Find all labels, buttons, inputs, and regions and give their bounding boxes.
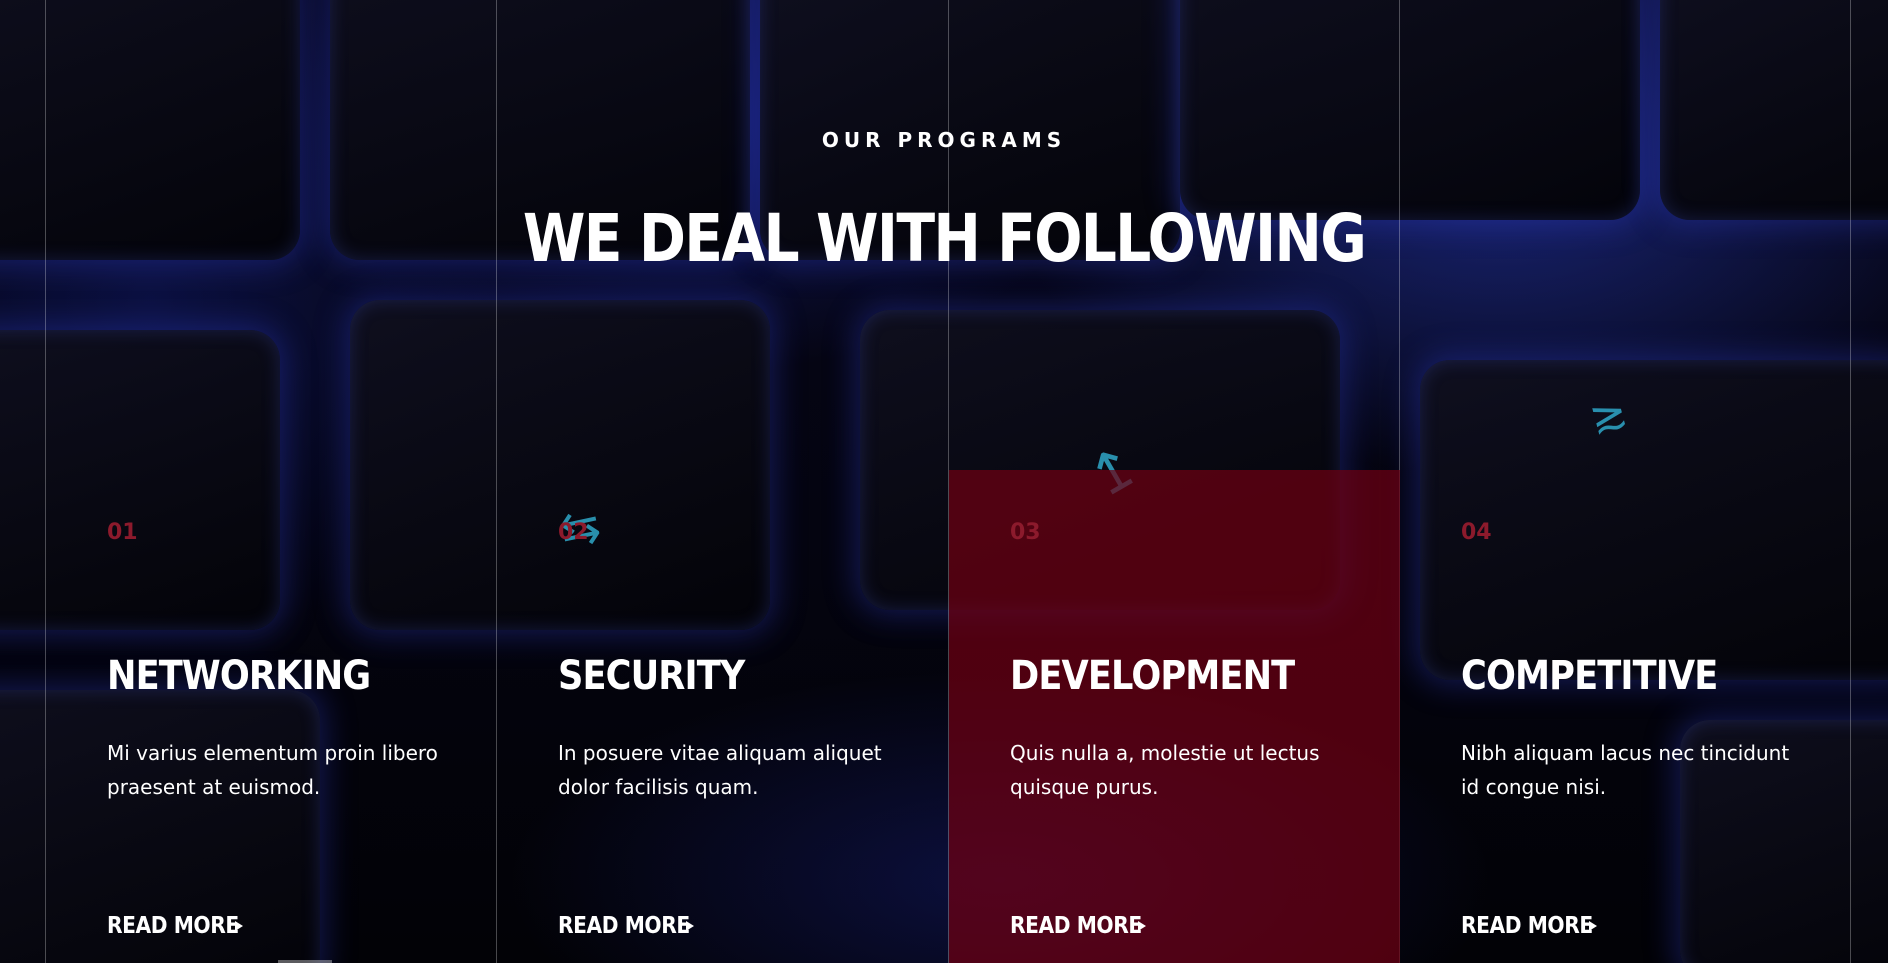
program-card-development[interactable]: 03 DEVELOPMENT Quis nulla a, molestie ut… — [949, 470, 1400, 963]
card-number: 02 — [558, 520, 589, 545]
card-title: SECURITY — [558, 653, 745, 699]
card-description: Quis nulla a, molestie ut lectus quisque… — [1010, 741, 1320, 799]
card-title: COMPETITIVE — [1461, 653, 1718, 699]
section-eyebrow: OUR PROGRAMS — [821, 128, 1067, 152]
read-more-link[interactable]: READ MORE — [558, 913, 694, 939]
card-title: NETWORKING — [107, 653, 371, 699]
read-more-link[interactable]: READ MORE — [107, 913, 243, 939]
card-number: 04 — [1461, 520, 1492, 545]
read-more-label: READ MORE — [1461, 913, 1593, 939]
read-more-label: READ MORE — [1010, 913, 1142, 939]
card-number: 03 — [1010, 520, 1041, 545]
program-card-networking[interactable]: 01 NETWORKING Mi varius elementum proin … — [46, 470, 497, 963]
read-more-link[interactable]: READ MORE — [1461, 913, 1597, 939]
section-headline: WE DEAL WITH FOLLOWING — [522, 200, 1367, 277]
read-more-label: READ MORE — [558, 913, 690, 939]
card-title: DEVELOPMENT — [1010, 653, 1295, 699]
card-number: 01 — [107, 520, 138, 545]
read-more-link[interactable]: READ MORE — [1010, 913, 1146, 939]
program-card-competitive[interactable]: 04 COMPETITIVE Nibh aliquam lacus nec ti… — [1400, 470, 1851, 963]
card-description: In posuere vitae aliquam aliquet dolor f… — [558, 741, 882, 799]
read-more-label: READ MORE — [107, 913, 239, 939]
card-description: Mi varius elementum proin libero praesen… — [107, 741, 438, 799]
program-card-security[interactable]: 02 SECURITY In posuere vitae aliquam ali… — [497, 470, 948, 963]
card-description: Nibh aliquam lacus nec tincidunt id cong… — [1461, 741, 1790, 799]
